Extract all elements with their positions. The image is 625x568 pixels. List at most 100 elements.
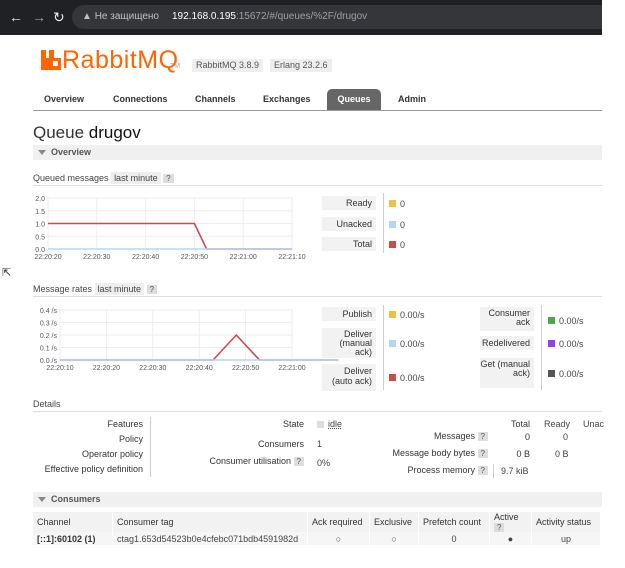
legend-unacked[interactable]: Unacked: [322, 217, 376, 231]
legend-deliver-auto[interactable]: Deliver (auto ack): [322, 364, 376, 391]
legend-consumer-ack[interactable]: Consumer ack: [480, 307, 534, 331]
queued-messages-chart: 2.0 1.5 1.0 0.5 0.0 22:20:20 22:20:30 22:20:40 2…: [34, 196, 305, 261]
legend-deliver-manual[interactable]: Deliver (manual ack): [322, 328, 376, 358]
x-tick-label: 22:21:00: [278, 365, 305, 372]
messages-help-icon[interactable]: ?: [477, 432, 488, 441]
legend-ready[interactable]: Ready: [322, 196, 376, 210]
y-tick-label: 0.0: [35, 247, 45, 254]
x-tick-label: 22:20:20: [34, 254, 61, 261]
tab-connections[interactable]: Connections: [113, 89, 168, 110]
deliver-auto-swatch: [389, 374, 396, 381]
process-help-icon[interactable]: ?: [477, 466, 488, 475]
legend-divider: [383, 193, 384, 253]
main-tabs: Overview Connections Channels Exchanges …: [33, 89, 602, 111]
operator-policy-label: Operator policy: [81, 449, 143, 459]
consumers-count-value: 1: [317, 439, 323, 449]
get-manual-value: 0.00/s: [559, 369, 584, 379]
back-arrow-icon[interactable]: ←: [9, 9, 23, 25]
process-memory-label: Process memory ?: [380, 465, 488, 475]
x-tick-label: 22:21:10: [278, 254, 305, 261]
tab-admin[interactable]: Admin: [398, 89, 426, 110]
publish-swatch: [389, 311, 396, 318]
forward-arrow-icon[interactable]: →: [32, 9, 46, 25]
details-divider: [150, 417, 151, 477]
redelivered-swatch: [548, 340, 555, 347]
col-ack-required: Ack required: [307, 512, 370, 532]
trademark: TM: [170, 63, 181, 70]
ready-value: 0: [400, 199, 406, 209]
bytes-total: 0 B: [516, 449, 530, 459]
stats-header-ready: Ready: [544, 419, 571, 429]
y-tick-label: 0.0 /s: [40, 358, 58, 365]
consumer-tag: ctag1.653d54523b0e4cfebc071bdb4591982d: [112, 532, 308, 545]
message-rates-chart: 0.4 /s 0.3 /s 0.2 /s 0.1 /s 0.0 /s 22:20:10 22…: [40, 308, 339, 372]
redelivered-value: 0.00/s: [559, 339, 584, 349]
active-icon: ●: [489, 532, 532, 545]
x-tick-label: 22:20:10: [46, 365, 73, 372]
legend-divider: [541, 305, 542, 390]
consumer-ack-value: 0.00/s: [559, 316, 584, 326]
idle-state-icon: [317, 421, 324, 428]
col-activity-status: Activity status: [531, 512, 601, 532]
bytes-help-icon[interactable]: ?: [477, 449, 488, 458]
stats-header-unacked: Unac: [583, 419, 605, 429]
queued-help-icon[interactable]: ?: [163, 174, 174, 183]
x-tick-label: 22:20:20: [93, 365, 120, 372]
stats-divider: [493, 464, 494, 478]
security-warning[interactable]: ▲ Не защищено: [82, 5, 159, 29]
tab-overview[interactable]: Overview: [44, 89, 84, 110]
tab-queues[interactable]: Queues: [327, 89, 381, 110]
rabbitmq-logo-icon[interactable]: [41, 50, 61, 70]
consumer-channel-link[interactable]: [::1]:60102 (1): [33, 532, 113, 545]
messages-ready: 0: [563, 432, 569, 442]
y-tick-label: 0.5: [35, 234, 45, 241]
publish-value: 0.00/s: [400, 310, 425, 320]
warning-triangle-icon: ▲: [82, 11, 92, 22]
logo-text[interactable]: RabbitMQ: [62, 46, 179, 75]
y-tick-label: 0.1 /s: [40, 346, 58, 353]
overview-section-toggle[interactable]: Overview: [33, 145, 602, 160]
ack-required-icon: ○: [307, 532, 370, 545]
legend-get-manual[interactable]: Get (manual ack): [480, 358, 534, 388]
utilisation-label: Consumer utilisation ?: [180, 456, 304, 466]
col-channel: Channel: [33, 512, 113, 532]
legend-total[interactable]: Total: [322, 237, 376, 251]
policy-label: Policy: [118, 434, 143, 444]
total-value: 0: [400, 240, 406, 250]
state-value: idle: [328, 419, 343, 429]
messages-total: 0: [524, 432, 530, 442]
legend-redelivered[interactable]: Redelivered: [480, 336, 534, 350]
ready-swatch: [389, 200, 396, 207]
browser-toolbar: ← → ↻ ▲ Не защищено 192.168.0.195:15672/…: [0, 0, 602, 35]
col-consumer-tag: Consumer tag: [112, 512, 308, 532]
rates-help-icon[interactable]: ?: [146, 285, 158, 294]
utilisation-help-icon[interactable]: ?: [293, 457, 304, 466]
x-tick-label: 22:20:30: [139, 365, 166, 372]
y-tick-label: 0.2 /s: [40, 333, 58, 340]
tab-channels[interactable]: Channels: [195, 89, 236, 110]
rates-range-button[interactable]: last minute: [94, 283, 145, 295]
x-tick-label: 22:20:50: [181, 254, 208, 261]
reload-icon[interactable]: ↻: [53, 9, 65, 26]
process-memory-value: 9.7 kiB: [501, 466, 529, 476]
consumers-count-label: Consumers: [257, 439, 304, 449]
divider: [33, 296, 602, 297]
page-title: Queue drugov: [33, 123, 141, 142]
y-tick-label: 0.3 /s: [40, 321, 58, 328]
active-help-icon[interactable]: ?: [494, 523, 505, 532]
consumers-section-toggle[interactable]: Consumers: [33, 492, 602, 507]
table-header-row: Channel Consumer tag Ack required Exclus…: [33, 512, 601, 532]
utilisation-value: 0%: [317, 458, 331, 468]
x-tick-label: 22:20:40: [186, 365, 213, 372]
y-tick-label: 2.0: [35, 196, 45, 203]
state-label: State: [282, 419, 304, 429]
legend-publish[interactable]: Publish: [322, 307, 376, 321]
get-manual-swatch: [548, 370, 555, 377]
collapse-triangle-icon: [38, 496, 46, 502]
legend-divider: [383, 305, 384, 390]
deliver-manual-swatch: [389, 340, 396, 347]
col-active: Active ?: [489, 512, 532, 532]
queued-range-button[interactable]: last minute: [111, 172, 161, 184]
tab-exchanges[interactable]: Exchanges: [263, 89, 311, 110]
address-bar[interactable]: ▲ Не защищено 192.168.0.195:15672/#/queu…: [72, 5, 602, 29]
